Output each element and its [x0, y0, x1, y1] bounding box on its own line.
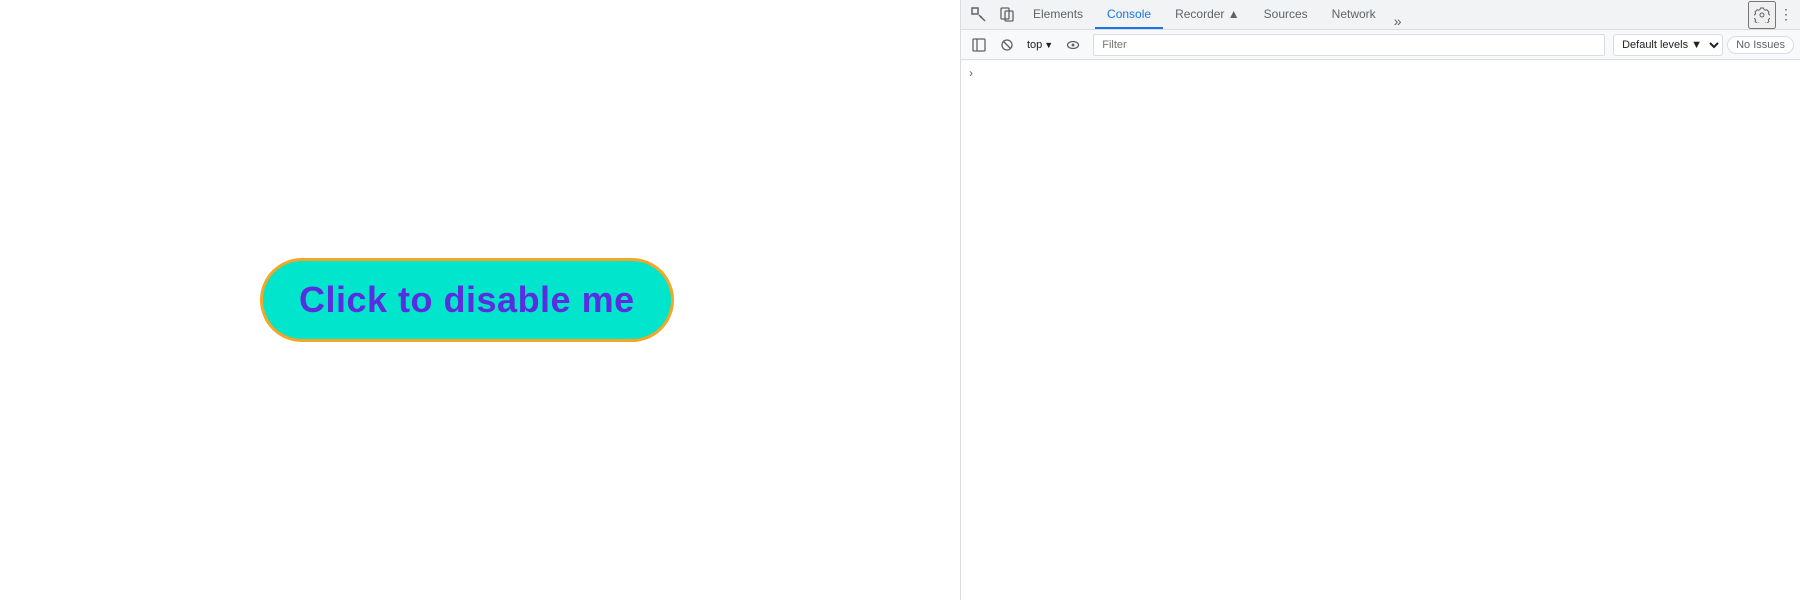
main-page: Click to disable me — [0, 0, 960, 600]
settings-icon[interactable] — [1748, 1, 1776, 29]
console-toolbar: top ▼ Default levels ▼ No Issues — [961, 30, 1800, 60]
console-filter-input[interactable] — [1093, 34, 1605, 56]
top-select-arrow: ▼ — [1044, 40, 1053, 50]
tab-recorder[interactable]: Recorder ▲ — [1163, 0, 1252, 29]
device-toggle-icon[interactable] — [993, 1, 1021, 29]
more-tabs-button[interactable]: » — [1388, 13, 1408, 29]
eye-icon[interactable] — [1061, 33, 1085, 57]
disable-me-button[interactable]: Click to disable me — [260, 258, 674, 342]
clear-console-icon[interactable] — [995, 33, 1019, 57]
tab-elements[interactable]: Elements — [1021, 0, 1095, 29]
log-levels-select[interactable]: Default levels ▼ — [1613, 34, 1723, 56]
devtools-panel: Elements Console Recorder ▲ Sources Netw… — [960, 0, 1800, 600]
inspect-icon[interactable] — [965, 1, 993, 29]
tab-network[interactable]: Network — [1320, 0, 1388, 29]
console-arrow[interactable]: › — [961, 64, 1800, 82]
more-options-icon[interactable]: ⋮ — [1776, 1, 1796, 29]
tab-sources[interactable]: Sources — [1252, 0, 1320, 29]
devtools-tabs: Elements Console Recorder ▲ Sources Netw… — [1021, 0, 1748, 29]
console-content[interactable]: › — [961, 60, 1800, 600]
devtools-top-toolbar: Elements Console Recorder ▲ Sources Netw… — [961, 0, 1800, 30]
no-issues-badge: No Issues — [1727, 36, 1794, 54]
tab-console[interactable]: Console — [1095, 0, 1163, 29]
console-sidebar-icon[interactable] — [967, 33, 991, 57]
top-context-select[interactable]: top ▼ — [1023, 37, 1057, 53]
